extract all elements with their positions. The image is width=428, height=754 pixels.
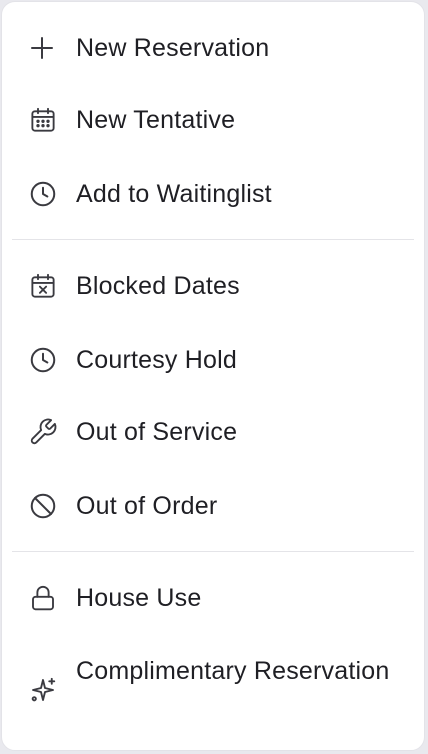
menu-item-label: Add to Waitinglist — [76, 180, 272, 208]
menu-item-label: New Reservation — [76, 34, 270, 62]
sparkles-icon — [28, 675, 58, 705]
context-menu: New Reservation New Tentative Add to Wai… — [1, 1, 425, 751]
clock-icon — [28, 345, 58, 375]
menu-item-out-of-service[interactable]: Out of Service — [2, 412, 424, 452]
menu-divider — [12, 551, 414, 552]
menu-item-label: Out of Order — [76, 492, 218, 520]
ban-icon — [28, 491, 58, 521]
menu-divider — [12, 239, 414, 240]
menu-item-label: Complimentary Reservation — [76, 657, 390, 685]
menu-item-house-use[interactable]: House Use — [2, 578, 424, 618]
menu-item-new-reservation[interactable]: New Reservation — [2, 28, 424, 68]
calendar-x-icon — [28, 271, 58, 301]
menu-item-label: Out of Service — [76, 418, 238, 446]
menu-item-label: Blocked Dates — [76, 272, 240, 300]
menu-item-blocked-dates[interactable]: Blocked Dates — [2, 266, 424, 306]
menu-item-courtesy-hold[interactable]: Courtesy Hold — [2, 340, 424, 380]
lock-icon — [28, 583, 58, 613]
wrench-icon — [28, 417, 58, 447]
plus-icon — [27, 33, 57, 63]
menu-item-new-tentative[interactable]: New Tentative — [2, 100, 424, 140]
clock-icon — [28, 179, 58, 209]
calendar-icon — [28, 105, 58, 135]
menu-item-label: New Tentative — [76, 106, 236, 134]
menu-item-add-to-waitinglist[interactable]: Add to Waitinglist — [2, 174, 424, 214]
menu-item-complimentary-reservation[interactable]: Complimentary Reservation — [2, 652, 424, 728]
menu-item-out-of-order[interactable]: Out of Order — [2, 486, 424, 526]
menu-item-label: Courtesy Hold — [76, 346, 237, 374]
menu-item-label: House Use — [76, 584, 202, 612]
